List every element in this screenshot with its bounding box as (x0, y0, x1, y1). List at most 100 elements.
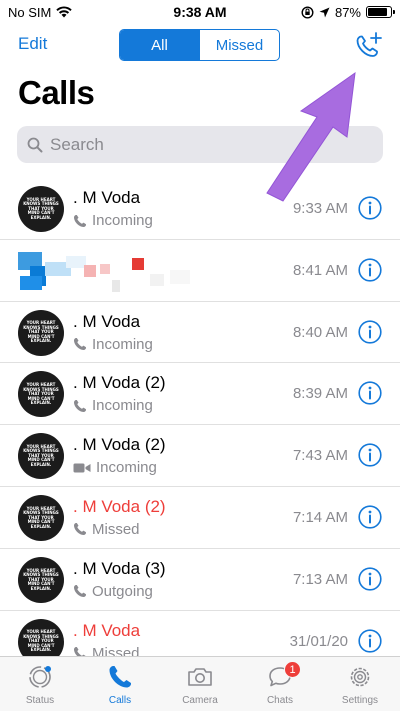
call-time: 8:41 AM (292, 261, 348, 279)
search-input[interactable] (50, 134, 350, 155)
call-time: 7:14 AM (292, 508, 348, 526)
info-icon[interactable] (358, 567, 382, 591)
call-time: 9:33 AM (292, 200, 348, 217)
call-type-label: Incoming (92, 397, 153, 415)
redacted-pixel (150, 273, 164, 286)
avatar-text-line: EXPLAIN. (30, 647, 52, 653)
call-type: Incoming (73, 336, 153, 353)
avatar: YOUR HEART KNOWS THINGS THAT YOUR MIND CAN'… (18, 494, 64, 541)
segment-all[interactable]: All (120, 30, 199, 60)
tab-label: Settings (341, 695, 379, 706)
call-row[interactable]: YOUR HEART KNOWS THINGS THAT YOUR MIND CAN'… (0, 549, 400, 611)
contact-name: . M Voda (2) (73, 435, 166, 455)
redacted-pixel (170, 269, 190, 284)
info-icon[interactable] (358, 196, 382, 220)
tab-label: Camera (182, 695, 218, 706)
info-icon[interactable] (358, 443, 382, 467)
avatar-text-line: EXPLAIN. (30, 338, 52, 344)
call-time: 7:13 AM (292, 570, 348, 588)
contact-name: . M Voda (2) (73, 496, 166, 516)
redacted-pixel (132, 257, 144, 270)
call-type: Incoming (73, 397, 153, 414)
status-time: 9:38 AM (173, 4, 227, 20)
contact-name: . M Voda (73, 311, 141, 331)
avatar: YOUR HEART KNOWS THINGS THAT YOUR MIND CAN'… (18, 309, 64, 356)
call-row[interactable]: YOUR HEART KNOWS THINGS THAT YOUR MIND CAN'… (0, 363, 400, 426)
avatar-text-line: EXPLAIN. (30, 461, 52, 467)
call-type-label: Missed (92, 520, 140, 538)
call-type-label: Incoming (96, 459, 157, 477)
phone-icon (74, 214, 86, 227)
battery-icon (366, 6, 395, 18)
status-right: 87% (262, 4, 395, 20)
call-type-label: Outgoing (92, 582, 153, 600)
info-icon[interactable] (358, 319, 382, 344)
tab-camera[interactable]: Camera (160, 657, 240, 711)
tab-settings[interactable]: Settings (320, 657, 400, 711)
new-call-icon[interactable] (352, 30, 384, 62)
call-time: 8:39 AM (292, 385, 348, 403)
phone-icon (74, 585, 86, 598)
search-icon (27, 137, 43, 152)
orientation-lock-icon (301, 5, 314, 19)
phone-icon (74, 399, 86, 412)
redacted-pixel (20, 275, 42, 290)
tab-calls[interactable]: Calls (80, 657, 160, 711)
carrier-label: No SIM (8, 4, 52, 20)
info-icon[interactable] (358, 628, 382, 653)
call-list: YOUR HEART KNOWS THINGS THAT YOUR MIND CAN'… (0, 178, 400, 672)
unread-badge: 1 (284, 661, 301, 678)
search-bar[interactable] (17, 126, 383, 163)
call-type-label: Incoming (92, 212, 153, 229)
contact-name: . M Voda (3) (73, 558, 166, 578)
edit-button[interactable]: Edit (18, 34, 47, 54)
status-icon (29, 666, 51, 688)
location-icon (319, 7, 330, 17)
call-filter-segmented: All Missed (119, 29, 280, 61)
call-type: Incoming (73, 212, 153, 229)
avatar: YOUR HEART KNOWS THINGS THAT YOUR MIND CAN'… (18, 556, 64, 603)
wifi-icon (56, 6, 73, 18)
tab-chats[interactable]: Chats 1 (240, 657, 320, 711)
call-row[interactable]: YOUR HEART KNOWS THINGS THAT YOUR MIND CAN'… (0, 425, 400, 487)
call-row[interactable]: YOUR HEART KNOWS THINGS THAT YOUR MIND CAN'… (0, 178, 400, 240)
tab-label: Chats (266, 695, 294, 706)
status-left: No SIM (8, 5, 138, 20)
tab-status[interactable]: Status (0, 657, 80, 711)
call-row[interactable]: 8:41 AM (0, 240, 400, 302)
segment-missed[interactable]: Missed (199, 30, 279, 60)
avatar: YOUR HEART KNOWS THINGS THAT YOUR MIND CAN'… (18, 186, 64, 232)
tab-label: Status (25, 695, 55, 706)
phone-icon (74, 523, 86, 536)
redacted-pixel (66, 255, 86, 268)
avatar-text-line: EXPLAIN. (30, 400, 52, 406)
redacted-pixel (112, 279, 120, 292)
call-type: Outgoing (73, 583, 153, 600)
redacted-pixel (84, 264, 96, 277)
avatar-text-line: EXPLAIN. (30, 214, 52, 220)
tab-label: Calls (108, 695, 132, 706)
call-type-label: Incoming (92, 335, 153, 353)
call-row[interactable]: YOUR HEART KNOWS THINGS THAT YOUR MIND CAN'… (0, 302, 400, 364)
avatar-text-line: EXPLAIN. (30, 585, 52, 591)
call-row[interactable]: YOUR HEART KNOWS THINGS THAT YOUR MIND CAN'… (0, 487, 400, 549)
page-title: Calls (18, 74, 95, 111)
info-icon[interactable] (358, 381, 382, 405)
camera-icon (188, 668, 212, 686)
redacted-pixel (100, 263, 110, 274)
contact-name: . M Voda (73, 620, 141, 640)
status-bar: No SIM 9:38 AM 87% (0, 0, 400, 24)
contact-name: . M Voda (73, 188, 141, 207)
info-icon[interactable] (358, 258, 382, 282)
settings-gear-icon (350, 667, 370, 687)
battery-fill (368, 8, 388, 16)
contact-name: . M Voda (2) (73, 373, 166, 393)
video-call-icon (73, 463, 91, 473)
battery-percent: 87% (334, 4, 361, 20)
call-time: 8:40 AM (292, 323, 348, 341)
call-time: 31/01/20 (289, 632, 348, 650)
info-icon[interactable] (358, 505, 382, 529)
tab-bar: Status Calls Camera Chats 1 Settings (0, 656, 400, 711)
call-type: Incoming (73, 459, 157, 476)
call-type: Missed (73, 521, 140, 538)
